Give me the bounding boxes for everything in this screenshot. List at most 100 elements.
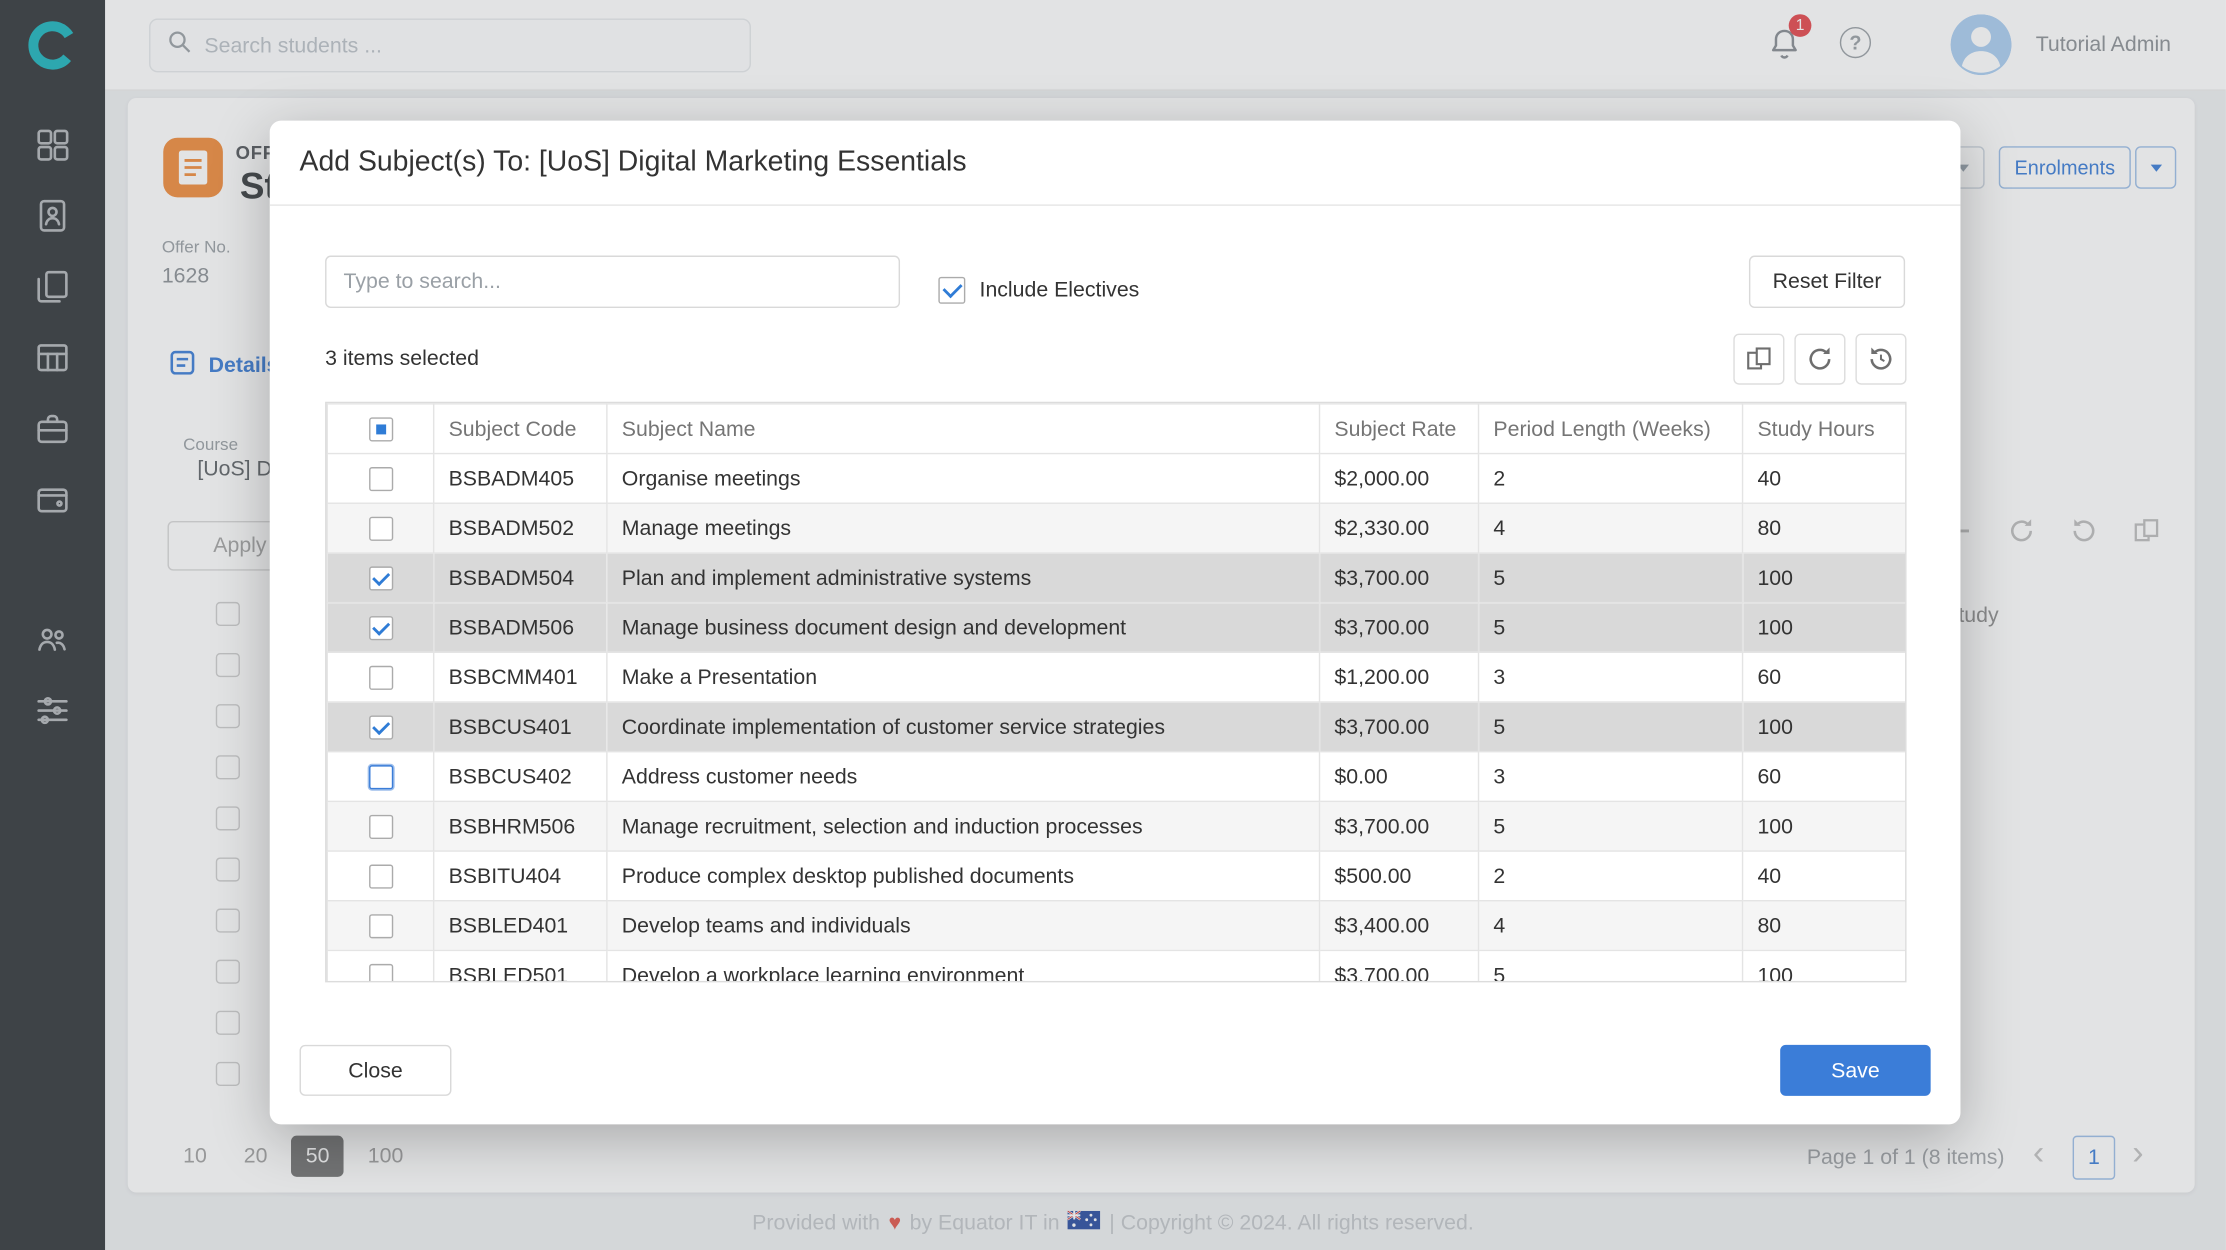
subject-rate-cell: $3,700.00 [1320, 553, 1479, 603]
subject-rate-cell: $2,330.00 [1320, 503, 1479, 553]
subject-name-cell: Develop a workplace learning environment [607, 950, 1320, 982]
column-header-subject-rate[interactable]: Subject Rate [1320, 404, 1479, 454]
study-hours-cell: 40 [1743, 454, 1907, 504]
row-checkbox[interactable] [368, 715, 392, 739]
table-header-row: Subject Code Subject Name Subject Rate P… [327, 404, 1906, 454]
row-checkbox[interactable] [368, 914, 392, 938]
row-checkbox[interactable] [368, 765, 392, 789]
subject-name-cell: Manage meetings [607, 503, 1320, 553]
study-hours-cell: 60 [1743, 652, 1907, 702]
subject-rate-cell: $3,400.00 [1320, 901, 1479, 951]
modal-title: Add Subject(s) To: [UoS] Digital Marketi… [300, 146, 967, 179]
subject-name-cell: Plan and implement administrative system… [607, 553, 1320, 603]
subject-code-cell: BSBADM502 [434, 503, 607, 553]
table-row[interactable]: BSBADM405Organise meetings$2,000.00240 [327, 454, 1906, 504]
include-electives-toggle[interactable]: Include Electives [938, 277, 1139, 304]
row-checkbox[interactable] [368, 665, 392, 689]
grid-toolbar [1733, 334, 1906, 385]
subject-search[interactable] [325, 256, 900, 309]
subject-code-cell: BSBCUS401 [434, 702, 607, 752]
study-hours-cell: 60 [1743, 752, 1907, 802]
subject-name-cell: Produce complex desktop published docume… [607, 851, 1320, 901]
subject-code-cell: BSBADM405 [434, 454, 607, 504]
subject-rate-cell: $3,700.00 [1320, 603, 1479, 653]
study-hours-cell: 80 [1743, 503, 1907, 553]
subject-rate-cell: $0.00 [1320, 752, 1479, 802]
subject-code-cell: BSBADM506 [434, 603, 607, 653]
app-root: 1 ? Tutorial Admin OFF St Offer No. 1628… [0, 0, 2226, 1250]
table-row[interactable]: BSBCUS402Address customer needs$0.00360 [327, 752, 1906, 802]
select-all-checkbox[interactable] [368, 417, 392, 441]
table-row[interactable]: BSBLED401Develop teams and individuals$3… [327, 901, 1906, 951]
subject-name-cell: Manage business document design and deve… [607, 603, 1320, 653]
subject-code-cell: BSBITU404 [434, 851, 607, 901]
subject-name-cell: Make a Presentation [607, 652, 1320, 702]
save-button[interactable]: Save [1780, 1045, 1930, 1096]
reset-filter-button[interactable]: Reset Filter [1749, 256, 1905, 309]
period-length-cell: 2 [1479, 851, 1743, 901]
table-row[interactable]: BSBITU404Produce complex desktop publish… [327, 851, 1906, 901]
subject-code-cell: BSBLED501 [434, 950, 607, 982]
row-checkbox[interactable] [368, 815, 392, 839]
study-hours-cell: 100 [1743, 950, 1907, 982]
subject-table-body: BSBADM405Organise meetings$2,000.00240BS… [327, 454, 1906, 983]
study-hours-cell: 100 [1743, 801, 1907, 851]
period-length-cell: 2 [1479, 454, 1743, 504]
subject-rate-cell: $2,000.00 [1320, 454, 1479, 504]
column-chooser-button[interactable] [1733, 334, 1784, 385]
subject-code-cell: BSBCUS402 [434, 752, 607, 802]
subject-name-cell: Manage recruitment, selection and induct… [607, 801, 1320, 851]
row-checkbox[interactable] [368, 467, 392, 491]
table-row[interactable]: BSBCUS401Coordinate implementation of cu… [327, 702, 1906, 752]
subject-rate-cell: $1,200.00 [1320, 652, 1479, 702]
period-length-cell: 4 [1479, 901, 1743, 951]
table-row[interactable]: BSBADM506Manage business document design… [327, 603, 1906, 653]
column-header-period-length[interactable]: Period Length (Weeks) [1479, 404, 1743, 454]
include-electives-checkbox[interactable] [938, 277, 965, 304]
subject-code-cell: BSBCMM401 [434, 652, 607, 702]
period-length-cell: 5 [1479, 603, 1743, 653]
column-header-subject-name[interactable]: Subject Name [607, 404, 1320, 454]
period-length-cell: 5 [1479, 553, 1743, 603]
subject-name-cell: Address customer needs [607, 752, 1320, 802]
close-button[interactable]: Close [300, 1045, 452, 1096]
subject-rate-cell: $3,700.00 [1320, 801, 1479, 851]
study-hours-cell: 100 [1743, 603, 1907, 653]
row-checkbox[interactable] [368, 864, 392, 888]
period-length-cell: 5 [1479, 702, 1743, 752]
column-header-subject-code[interactable]: Subject Code [434, 404, 607, 454]
table-row[interactable]: BSBCMM401Make a Presentation$1,200.00360 [327, 652, 1906, 702]
table-row[interactable]: BSBHRM506Manage recruitment, selection a… [327, 801, 1906, 851]
modal-header: Add Subject(s) To: [UoS] Digital Marketi… [270, 121, 1961, 206]
study-hours-cell: 100 [1743, 553, 1907, 603]
period-length-cell: 5 [1479, 801, 1743, 851]
subject-rate-cell: $3,700.00 [1320, 702, 1479, 752]
row-checkbox[interactable] [368, 566, 392, 590]
history-button[interactable] [1855, 334, 1906, 385]
period-length-cell: 4 [1479, 503, 1743, 553]
table-row[interactable]: BSBLED501Develop a workplace learning en… [327, 950, 1906, 982]
subject-name-cell: Coordinate implementation of customer se… [607, 702, 1320, 752]
refresh-button[interactable] [1794, 334, 1845, 385]
table-row[interactable]: BSBADM502Manage meetings$2,330.00480 [327, 503, 1906, 553]
subjects-table: Subject Code Subject Name Subject Rate P… [325, 402, 1906, 983]
subject-name-cell: Develop teams and individuals [607, 901, 1320, 951]
subject-code-cell: BSBHRM506 [434, 801, 607, 851]
column-header-study-hours[interactable]: Study Hours [1743, 404, 1907, 454]
row-checkbox[interactable] [368, 516, 392, 540]
table-row[interactable]: BSBADM504Plan and implement administrati… [327, 553, 1906, 603]
period-length-cell: 5 [1479, 950, 1743, 982]
selection-summary: 3 items selected [325, 346, 479, 370]
study-hours-cell: 80 [1743, 901, 1907, 951]
subject-code-cell: BSBADM504 [434, 553, 607, 603]
row-checkbox[interactable] [368, 964, 392, 983]
subject-search-input[interactable] [344, 270, 882, 294]
study-hours-cell: 40 [1743, 851, 1907, 901]
row-checkbox[interactable] [368, 616, 392, 640]
add-subjects-modal: Add Subject(s) To: [UoS] Digital Marketi… [270, 121, 1961, 1125]
period-length-cell: 3 [1479, 752, 1743, 802]
study-hours-cell: 100 [1743, 702, 1907, 752]
subject-rate-cell: $3,700.00 [1320, 950, 1479, 982]
subject-code-cell: BSBLED401 [434, 901, 607, 951]
include-electives-label: Include Electives [980, 278, 1140, 302]
